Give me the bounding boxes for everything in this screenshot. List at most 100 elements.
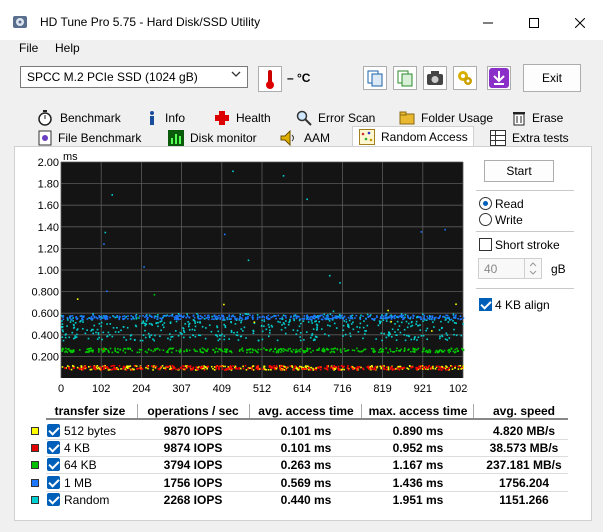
series-visible-checkbox[interactable] xyxy=(47,458,60,471)
data-point xyxy=(216,325,218,327)
data-point xyxy=(332,368,334,371)
data-point xyxy=(270,316,272,319)
data-point xyxy=(114,316,117,319)
data-point xyxy=(103,366,105,369)
tab-random-access[interactable]: Random Access xyxy=(352,126,474,147)
menu-file[interactable]: File xyxy=(19,41,38,55)
tab-benchmark[interactable]: Benchmark xyxy=(30,108,121,128)
data-point xyxy=(109,347,112,350)
data-point xyxy=(238,350,241,352)
data-point xyxy=(196,350,198,353)
data-point xyxy=(403,328,406,331)
minimize-button[interactable] xyxy=(465,10,511,36)
data-point xyxy=(108,351,110,354)
data-point xyxy=(152,369,154,371)
tab-error-scan[interactable]: Error Scan xyxy=(290,108,375,128)
data-point xyxy=(184,365,187,367)
data-point xyxy=(94,368,97,371)
tab-erase[interactable]: Erase xyxy=(506,108,563,128)
short-stroke-checkbox[interactable] xyxy=(479,238,492,251)
data-point xyxy=(222,314,225,317)
data-point xyxy=(210,330,213,333)
data-point xyxy=(462,317,465,319)
data-point xyxy=(126,366,129,368)
copy-text-button[interactable] xyxy=(363,66,387,90)
data-point xyxy=(69,321,72,323)
data-point xyxy=(107,349,109,352)
screenshot-button[interactable] xyxy=(423,66,447,90)
tab-aam[interactable]: AAM xyxy=(274,128,330,148)
menu-help[interactable]: Help xyxy=(55,41,80,55)
data-point xyxy=(430,368,432,371)
tab-file-benchmark[interactable]: File Benchmark xyxy=(32,128,141,148)
data-point xyxy=(207,314,210,317)
data-point xyxy=(369,315,372,318)
data-point xyxy=(366,366,368,368)
tab-extra-tests[interactable]: Extra tests xyxy=(484,128,569,148)
tab-label: File Benchmark xyxy=(58,131,142,145)
data-point xyxy=(444,367,447,370)
gears-icon xyxy=(458,71,472,85)
data-point xyxy=(414,336,416,338)
read-radio[interactable] xyxy=(479,197,492,210)
tab-health[interactable]: Health xyxy=(208,108,271,128)
data-point xyxy=(122,349,125,352)
maximize-button[interactable] xyxy=(511,10,557,36)
maximize-icon xyxy=(529,18,539,28)
data-point xyxy=(194,335,197,338)
data-point xyxy=(142,334,145,337)
data-point xyxy=(121,315,124,318)
temperature-button[interactable] xyxy=(258,66,282,92)
data-point xyxy=(426,338,429,341)
data-point xyxy=(182,365,184,367)
copy-info-button[interactable] xyxy=(393,66,417,90)
series-visible-checkbox[interactable] xyxy=(47,424,60,437)
access-time-chart: 2.00 1.80 1.60 1.40 1.20 1.00 0.800 0.600 0.400 0… xyxy=(31,151,468,395)
data-point xyxy=(312,349,314,352)
data-point xyxy=(420,335,423,337)
data-point xyxy=(332,310,335,313)
data-point xyxy=(184,323,187,325)
data-point xyxy=(227,367,230,370)
data-point xyxy=(127,347,129,350)
close-button[interactable] xyxy=(557,10,603,36)
data-point xyxy=(156,313,159,316)
series-visible-checkbox[interactable] xyxy=(47,476,60,489)
data-point xyxy=(400,321,403,324)
write-radio[interactable] xyxy=(479,213,492,226)
data-point xyxy=(427,366,430,368)
data-point xyxy=(150,315,152,318)
tab-info[interactable]: Info xyxy=(139,108,185,128)
data-point xyxy=(270,368,272,371)
data-point xyxy=(356,326,358,328)
tab-label: Info xyxy=(165,111,186,125)
tab-disk-monitor[interactable]: Disk monitor xyxy=(162,128,257,148)
series-visible-checkbox[interactable] xyxy=(47,493,60,506)
data-point xyxy=(425,319,428,321)
data-point xyxy=(172,347,174,350)
data-point xyxy=(319,368,322,371)
data-point xyxy=(90,318,92,320)
data-point xyxy=(208,324,211,326)
short-stroke-spinner[interactable] xyxy=(524,259,541,278)
data-point xyxy=(408,365,411,367)
y-axis: 2.00 1.80 1.60 1.40 1.20 1.00 0.800 0.600 0.400 0… xyxy=(31,157,59,363)
data-point xyxy=(98,316,101,319)
tab-folder-usage[interactable]: Folder Usage xyxy=(393,108,493,128)
save-button[interactable] xyxy=(487,66,511,90)
drive-select[interactable]: SPCC M.2 PCIe SSD (1024 gB) xyxy=(20,66,248,88)
data-point xyxy=(316,326,318,328)
data-point xyxy=(450,318,453,321)
data-point xyxy=(192,367,195,370)
exit-button[interactable]: Exit xyxy=(523,64,581,92)
start-button[interactable]: Start xyxy=(484,160,554,182)
data-point xyxy=(300,348,302,350)
data-point xyxy=(348,319,351,322)
options-button[interactable] xyxy=(453,66,477,90)
data-point xyxy=(428,317,430,320)
column-divider xyxy=(137,404,138,418)
align-checkbox[interactable] xyxy=(479,298,492,311)
data-point xyxy=(342,335,344,337)
data-point xyxy=(343,368,345,371)
series-visible-checkbox[interactable] xyxy=(47,441,60,454)
